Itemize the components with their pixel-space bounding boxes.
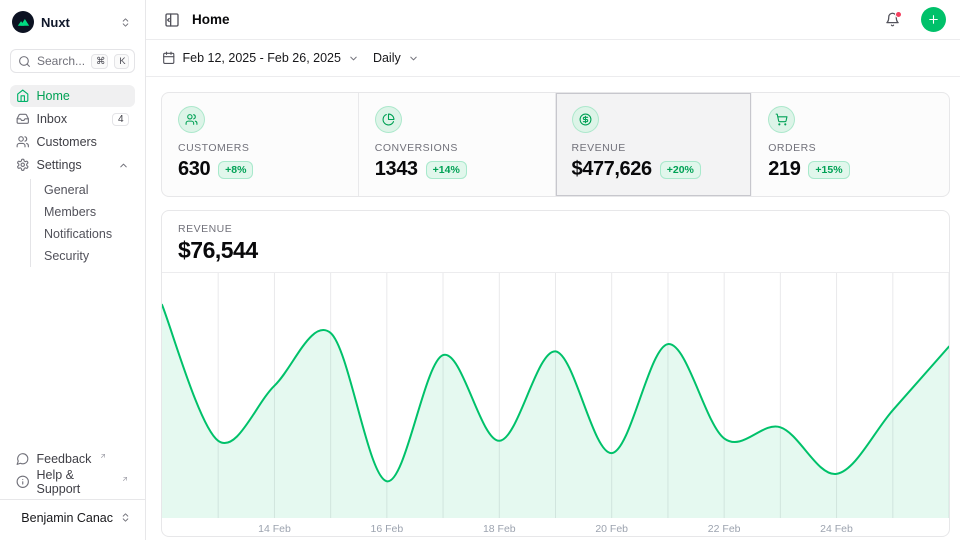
sidebar-item-inbox[interactable]: Inbox 4: [10, 108, 135, 130]
sidebar-collapse-button[interactable]: [162, 10, 182, 30]
stat-delta-badge: +15%: [808, 161, 849, 179]
stat-delta-badge: +20%: [660, 161, 701, 179]
stat-label: REVENUE: [572, 142, 736, 154]
kbd-cmd: ⌘: [91, 54, 108, 69]
workspace-switcher[interactable]: Nuxt: [10, 8, 135, 36]
chat-bubble-icon: [16, 452, 30, 466]
search-placeholder: Search...: [37, 54, 85, 68]
sidebar-subitem-general[interactable]: General: [31, 179, 135, 201]
notifications-button[interactable]: [882, 9, 903, 30]
sidebar-item-home[interactable]: Home: [10, 85, 135, 107]
sidebar-item-customers[interactable]: Customers: [10, 131, 135, 153]
dollar-circle-icon: [572, 106, 599, 133]
chevron-down-icon: [348, 53, 359, 64]
stat-label: CONVERSIONS: [375, 142, 539, 154]
external-link-icon: [121, 475, 129, 483]
stat-value: 1343: [375, 158, 418, 181]
stat-delta-badge: +8%: [218, 161, 253, 179]
home-icon: [16, 89, 30, 103]
kbd-k: K: [114, 54, 129, 69]
user-name: Benjamin Canac: [21, 511, 113, 525]
subitem-label: Security: [44, 249, 89, 263]
dashboard-content: CUSTOMERS 630 +8% CONVERSIONS 1343 +14%: [146, 77, 960, 540]
sidebar: Nuxt Search... ⌘ K Home Inbox 4: [0, 0, 146, 540]
users-icon: [178, 106, 205, 133]
revenue-chart-card: REVENUE $76,544 14 Feb 16 Feb 18 Feb 20 Feb…: [161, 210, 950, 537]
chart-title: REVENUE: [178, 223, 933, 235]
info-icon: [16, 475, 30, 489]
chevron-up-icon: [118, 160, 129, 171]
notification-dot: [895, 11, 902, 18]
sidebar-nav: Home Inbox 4 Customers Settings: [10, 85, 135, 177]
add-button[interactable]: [921, 7, 946, 32]
sidebar-item-label: Customers: [37, 135, 130, 149]
stat-revenue[interactable]: REVENUE $477,626 +20%: [556, 93, 753, 196]
x-axis: 14 Feb 16 Feb 18 Feb 20 Feb 22 Feb 24 Feb: [162, 518, 949, 536]
stat-value: 630: [178, 158, 210, 181]
user-menu[interactable]: Benjamin Canac: [10, 506, 135, 529]
chevrons-up-down-icon: [120, 512, 131, 523]
sidebar-subitem-members[interactable]: Members: [31, 201, 135, 223]
sidebar-item-label: Inbox: [37, 112, 106, 126]
stat-delta-badge: +14%: [426, 161, 467, 179]
users-icon: [16, 135, 30, 149]
subitem-label: General: [44, 183, 88, 197]
footer-item-label: Help & Support: [37, 468, 114, 496]
help-support-link[interactable]: Help & Support: [10, 471, 135, 493]
x-axis-label: 24 Feb: [820, 523, 853, 535]
sidebar-item-settings[interactable]: Settings: [10, 154, 135, 176]
page-title: Home: [192, 12, 872, 27]
x-axis-label: 18 Feb: [483, 523, 516, 535]
sidebar-item-label: Home: [37, 89, 130, 103]
stat-orders[interactable]: ORDERS 219 +15%: [752, 93, 949, 196]
stat-label: ORDERS: [768, 142, 933, 154]
x-axis-label: 20 Feb: [595, 523, 628, 535]
x-axis-label: 16 Feb: [370, 523, 403, 535]
footer-item-label: Feedback: [37, 452, 92, 466]
search-input[interactable]: Search... ⌘ K: [10, 49, 135, 73]
nuxt-logo-icon: [12, 11, 34, 33]
chart-current-value: $76,544: [178, 237, 933, 264]
settings-subnav: General Members Notifications Security: [30, 179, 135, 267]
sidebar-item-label: Settings: [37, 158, 112, 172]
search-icon: [18, 55, 31, 68]
sidebar-footer: Feedback Help & Support Benjamin Canac: [10, 448, 135, 540]
external-link-icon: [99, 452, 107, 460]
date-range-picker[interactable]: Feb 12, 2025 - Feb 26, 2025: [162, 51, 359, 65]
pie-chart-icon: [375, 106, 402, 133]
sidebar-subitem-security[interactable]: Security: [31, 245, 135, 267]
chevrons-up-down-icon: [120, 17, 131, 28]
x-axis-label: 14 Feb: [258, 523, 291, 535]
filters-toolbar: Feb 12, 2025 - Feb 26, 2025 Daily: [146, 40, 960, 77]
granularity-select[interactable]: Daily: [373, 51, 419, 65]
revenue-area-chart[interactable]: [162, 273, 949, 518]
feedback-link[interactable]: Feedback: [10, 448, 135, 470]
plus-icon: [927, 13, 940, 26]
chevron-down-icon: [408, 53, 419, 64]
x-axis-label: 22 Feb: [708, 523, 741, 535]
gear-icon: [16, 158, 30, 172]
subitem-label: Notifications: [44, 227, 112, 241]
brand-name: Nuxt: [41, 15, 113, 30]
chart-header: REVENUE $76,544: [162, 211, 949, 273]
stat-value: 219: [768, 158, 800, 181]
date-range-value: Feb 12, 2025 - Feb 26, 2025: [183, 51, 341, 65]
calendar-icon: [162, 51, 176, 65]
stat-label: CUSTOMERS: [178, 142, 342, 154]
subitem-label: Members: [44, 205, 96, 219]
inbox-count-badge: 4: [112, 113, 129, 126]
granularity-value: Daily: [373, 51, 401, 65]
cart-icon: [768, 106, 795, 133]
stats-row: CUSTOMERS 630 +8% CONVERSIONS 1343 +14%: [161, 92, 950, 197]
main-area: Home Feb 12, 2025 - Feb 26, 2025 Daily: [146, 0, 960, 540]
sidebar-subitem-notifications[interactable]: Notifications: [31, 223, 135, 245]
top-header: Home: [146, 0, 960, 40]
stat-customers[interactable]: CUSTOMERS 630 +8%: [162, 93, 359, 196]
stat-value: $477,626: [572, 158, 652, 181]
inbox-icon: [16, 112, 30, 126]
stat-conversions[interactable]: CONVERSIONS 1343 +14%: [359, 93, 556, 196]
